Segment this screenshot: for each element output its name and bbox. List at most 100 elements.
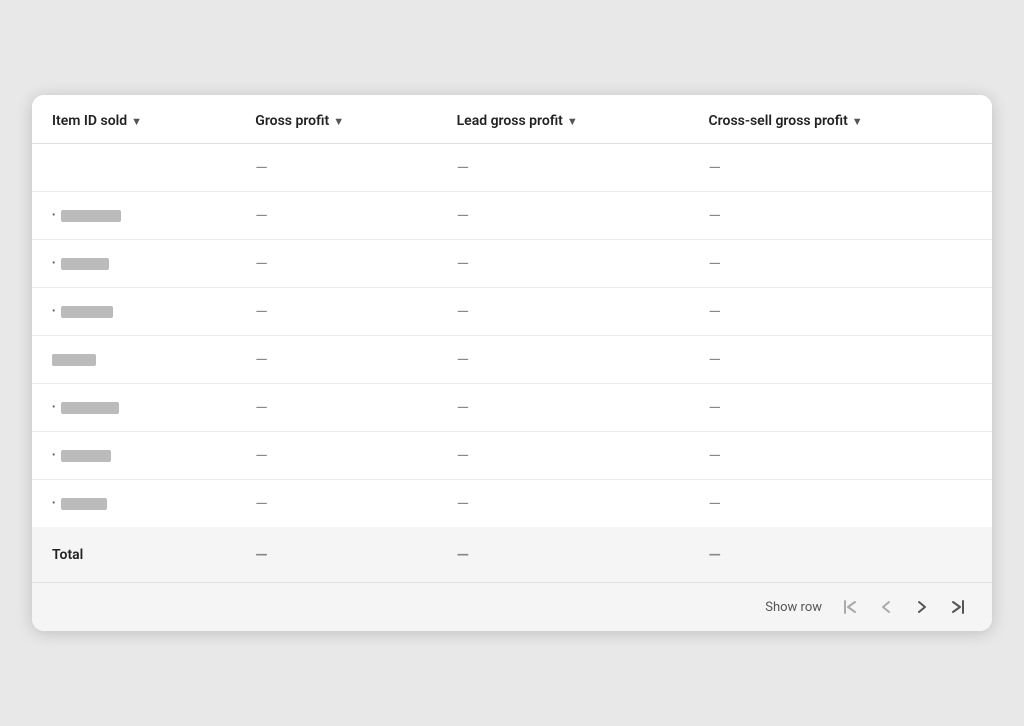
lead-gross-profit-cell: — bbox=[437, 432, 689, 480]
gross-profit-value: — bbox=[255, 350, 268, 369]
show-row-label: Show row bbox=[765, 600, 822, 615]
gross-profit-value: — bbox=[255, 206, 268, 225]
gross-profit-cell: — bbox=[235, 192, 436, 240]
table-row: • — — — bbox=[32, 192, 992, 240]
gross-profit-value: — bbox=[255, 446, 268, 465]
lead-gross-profit-value: — bbox=[457, 206, 470, 225]
cross-sell-value: — bbox=[709, 494, 722, 513]
row-bullet: • bbox=[52, 306, 55, 317]
col-item-id-dropdown-icon[interactable]: ▼ bbox=[131, 115, 142, 128]
cross-sell-cell: — bbox=[689, 384, 992, 432]
cross-sell-value: — bbox=[709, 302, 722, 321]
redacted-id bbox=[61, 210, 121, 222]
cross-sell-cell: — bbox=[689, 480, 992, 528]
col-item-id-text: Item ID sold bbox=[52, 113, 127, 129]
row-bullet: • bbox=[52, 450, 55, 461]
prev-page-button[interactable] bbox=[872, 595, 900, 619]
item-id-cell: • bbox=[32, 240, 235, 288]
gross-profit-value: — bbox=[255, 398, 268, 417]
table-row: • — — — bbox=[32, 432, 992, 480]
gross-profit-cell: — bbox=[235, 288, 436, 336]
lead-gross-profit-cell: — bbox=[437, 144, 689, 192]
redacted-id bbox=[61, 258, 109, 270]
lead-gross-profit-value: — bbox=[457, 446, 470, 465]
table-header-row: Item ID sold ▼ Gross profit ▼ Lead gross… bbox=[32, 95, 992, 144]
item-id-cell: • bbox=[32, 288, 235, 336]
lead-gross-profit-value: — bbox=[457, 398, 470, 417]
col-header-gross-profit: Gross profit ▼ bbox=[235, 95, 436, 144]
table-container: Item ID sold ▼ Gross profit ▼ Lead gross… bbox=[32, 95, 992, 582]
cross-sell-cell: — bbox=[689, 432, 992, 480]
cross-sell-cell: — bbox=[689, 144, 992, 192]
cross-sell-value: — bbox=[709, 158, 722, 177]
cross-sell-cell: — bbox=[689, 240, 992, 288]
total-cross-sell: — bbox=[689, 527, 992, 582]
col-cross-sell-dropdown-icon[interactable]: ▼ bbox=[852, 115, 863, 128]
lead-gross-profit-value: — bbox=[457, 254, 470, 273]
cross-sell-value: — bbox=[709, 206, 722, 225]
next-page-button[interactable] bbox=[908, 595, 936, 619]
gross-profit-cell: — bbox=[235, 144, 436, 192]
table-footer: Show row bbox=[32, 582, 992, 631]
gross-profit-value: — bbox=[255, 254, 268, 273]
gross-profit-cell: — bbox=[235, 432, 436, 480]
total-gross-profit: — bbox=[235, 527, 436, 582]
table-row: • — — — bbox=[32, 480, 992, 528]
lead-gross-profit-cell: — bbox=[437, 384, 689, 432]
lead-gross-profit-value: — bbox=[457, 302, 470, 321]
col-header-lead-gross-profit: Lead gross profit ▼ bbox=[437, 95, 689, 144]
row-bullet: • bbox=[52, 258, 55, 269]
total-row: Total — — — bbox=[32, 527, 992, 582]
gross-profit-value: — bbox=[255, 494, 268, 513]
col-header-item-id: Item ID sold ▼ bbox=[32, 95, 235, 144]
last-page-button[interactable] bbox=[944, 595, 972, 619]
item-id-cell: • bbox=[32, 480, 235, 528]
redacted-id bbox=[61, 306, 113, 318]
item-id-cell bbox=[32, 336, 235, 384]
total-label: Total bbox=[32, 527, 235, 582]
col-gross-profit-dropdown-icon[interactable]: ▼ bbox=[333, 115, 344, 128]
data-table: Item ID sold ▼ Gross profit ▼ Lead gross… bbox=[32, 95, 992, 582]
col-lead-gross-profit-dropdown-icon[interactable]: ▼ bbox=[567, 115, 578, 128]
gross-profit-cell: — bbox=[235, 384, 436, 432]
item-id-cell: • bbox=[32, 432, 235, 480]
col-header-cross-sell: Cross-sell gross profit ▼ bbox=[689, 95, 992, 144]
cross-sell-value: — bbox=[709, 398, 722, 417]
lead-gross-profit-cell: — bbox=[437, 480, 689, 528]
cross-sell-cell: — bbox=[689, 192, 992, 240]
cross-sell-cell: — bbox=[689, 288, 992, 336]
cross-sell-value: — bbox=[709, 350, 722, 369]
col-header-gross-profit-label[interactable]: Gross profit ▼ bbox=[255, 113, 344, 129]
row-bullet: • bbox=[52, 210, 55, 221]
row-bullet: • bbox=[52, 402, 55, 413]
item-id-cell: • bbox=[32, 192, 235, 240]
item-id-cell bbox=[32, 144, 235, 192]
first-page-button[interactable] bbox=[836, 595, 864, 619]
lead-gross-profit-value: — bbox=[457, 494, 470, 513]
cross-sell-cell: — bbox=[689, 336, 992, 384]
lead-gross-profit-cell: — bbox=[437, 192, 689, 240]
lead-gross-profit-cell: — bbox=[437, 336, 689, 384]
lead-gross-profit-value: — bbox=[457, 158, 470, 177]
lead-gross-profit-cell: — bbox=[437, 288, 689, 336]
row-bullet: • bbox=[52, 498, 55, 509]
col-header-item-id-label[interactable]: Item ID sold ▼ bbox=[52, 113, 142, 129]
gross-profit-cell: — bbox=[235, 480, 436, 528]
col-header-lead-gross-profit-label[interactable]: Lead gross profit ▼ bbox=[457, 113, 578, 129]
table-card: Item ID sold ▼ Gross profit ▼ Lead gross… bbox=[32, 95, 992, 631]
gross-profit-value: — bbox=[255, 302, 268, 321]
redacted-id bbox=[61, 498, 107, 510]
gross-profit-cell: — bbox=[235, 336, 436, 384]
table-body: ———•———•———•——————•———•———•——— bbox=[32, 144, 992, 528]
table-row: • — — — bbox=[32, 240, 992, 288]
item-id-cell: • bbox=[32, 384, 235, 432]
lead-gross-profit-cell: — bbox=[437, 240, 689, 288]
col-lead-gross-profit-text: Lead gross profit bbox=[457, 113, 563, 129]
gross-profit-value: — bbox=[255, 158, 268, 177]
table-row: • — — — bbox=[32, 288, 992, 336]
table-row: — — — bbox=[32, 336, 992, 384]
gross-profit-cell: — bbox=[235, 240, 436, 288]
cross-sell-value: — bbox=[709, 254, 722, 273]
col-header-cross-sell-label[interactable]: Cross-sell gross profit ▼ bbox=[709, 113, 863, 129]
redacted-id bbox=[61, 402, 119, 414]
